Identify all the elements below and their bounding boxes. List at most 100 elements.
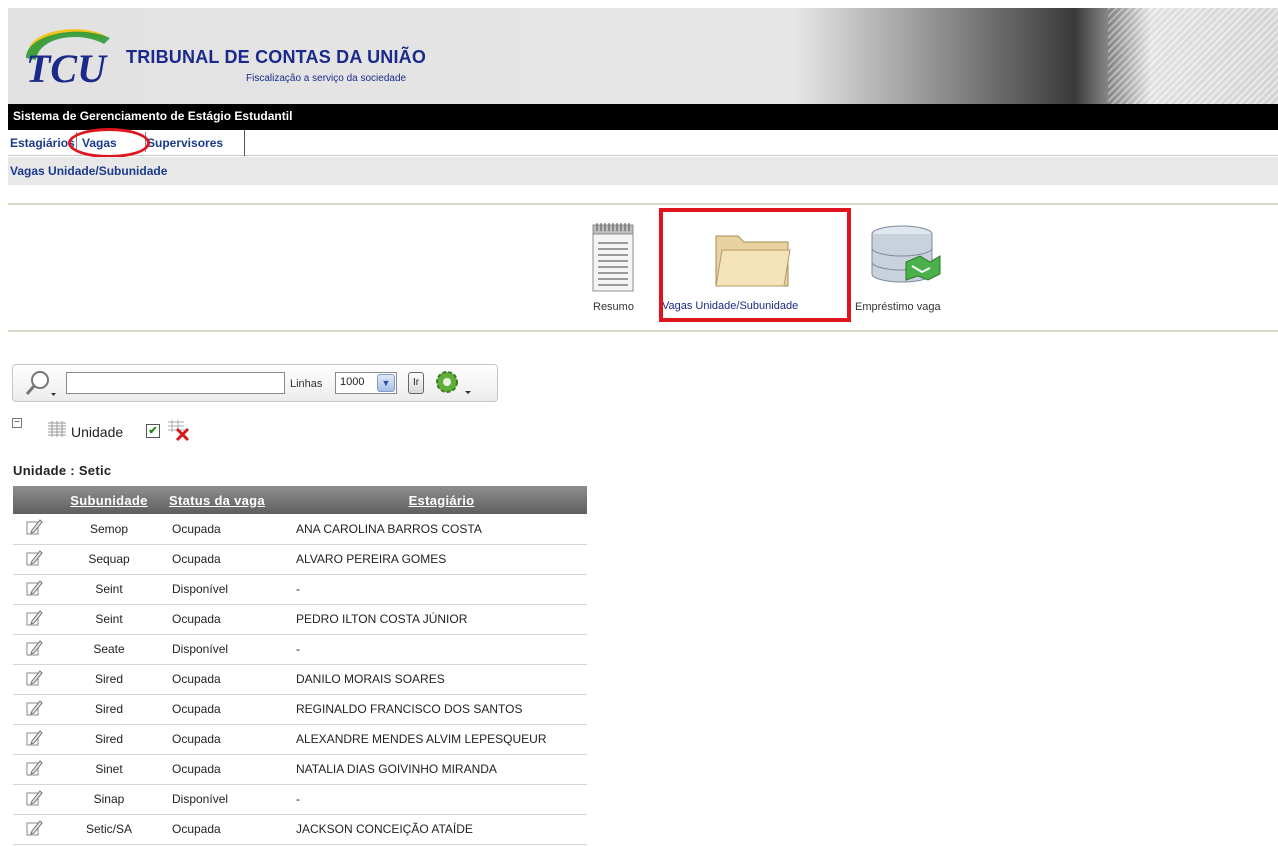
database-handshake-icon <box>871 225 941 283</box>
breadcrumb-link[interactable]: Vagas Unidade/Subunidade <box>10 164 167 178</box>
breadcrumb: Vagas Unidade/Subunidade <box>8 157 1278 185</box>
edit-row-button[interactable] <box>13 724 55 755</box>
table-row: Sired Ocupada ALEXANDRE MENDES ALVIM LEPES… <box>13 724 587 755</box>
cell-estagiario: JACKSON CONCEIÇÃO ATAÍDE <box>282 814 587 845</box>
cell-estagiario: ANA CAROLINA BARROS COSTA <box>282 514 587 545</box>
divider <box>8 203 1278 205</box>
table-row: Seate Disponível - <box>13 634 587 665</box>
pencil-icon <box>25 699 43 720</box>
pencil-icon <box>25 609 43 630</box>
table-row: Semop Ocupada ANA CAROLINA BARROS COSTA <box>13 514 587 545</box>
vacancies-table: Subunidade Status da vaga Estagiário Sem… <box>13 486 587 845</box>
pencil-icon <box>25 819 43 840</box>
tab-supervisores[interactable]: Supervisores <box>147 136 223 150</box>
table-row: Seint Disponível - <box>13 574 587 605</box>
table-row: Sinap Disponível - <box>13 784 587 815</box>
edit-row-button[interactable] <box>13 814 55 845</box>
gear-icon[interactable] <box>431 369 477 402</box>
system-title-bar: Sistema de Gerenciamento de Estágio Estu… <box>8 104 1278 130</box>
cell-subunidade: Sequap <box>55 544 163 575</box>
edit-row-button[interactable] <box>13 574 55 605</box>
break-enable-checkbox[interactable]: ✔ <box>146 424 160 438</box>
cell-subunidade: Semop <box>55 514 163 545</box>
tab-estagiarios[interactable]: Estagiários <box>10 136 75 150</box>
cell-subunidade: Sired <box>55 694 163 725</box>
cell-status: Ocupada <box>163 694 282 725</box>
tcu-logo: TCU <box>26 29 110 91</box>
header-estagiario[interactable]: Estagiário <box>282 486 587 514</box>
system-title: Sistema de Gerenciamento de Estágio Estu… <box>13 109 293 123</box>
break-column-label: Unidade <box>71 424 124 440</box>
edit-row-button[interactable] <box>13 544 55 575</box>
menu-item-resumo[interactable] <box>589 219 637 293</box>
table-row: Sired Ocupada REGINALDO FRANCISCO DOS SANT… <box>13 694 587 725</box>
table-row: Seint Ocupada PEDRO ILTON COSTA JÚNIOR <box>13 604 587 635</box>
table-body: Semop Ocupada ANA CAROLINA BARROS COSTA Seq… <box>13 514 587 845</box>
cell-status: Ocupada <box>163 604 282 635</box>
rows-select[interactable]: 1000 ▼ <box>335 372 397 394</box>
collapse-toggle[interactable]: − <box>12 418 22 428</box>
cell-subunidade: Sired <box>55 724 163 755</box>
cell-status: Ocupada <box>163 814 282 845</box>
divider <box>8 330 1278 332</box>
cell-status: Ocupada <box>163 754 282 785</box>
logo-text: TCU <box>26 46 108 91</box>
notepad-icon <box>592 223 634 292</box>
highlight-rectangle <box>659 208 851 322</box>
menu-item-emprestimo[interactable] <box>866 224 946 290</box>
cell-estagiario: ALVARO PEREIRA GOMES <box>282 544 587 575</box>
header-status[interactable]: Status da vaga <box>163 486 282 514</box>
pencil-icon <box>25 519 43 539</box>
cell-estagiario: REGINALDO FRANCISCO DOS SANTOS <box>282 694 587 725</box>
edit-row-button[interactable] <box>13 634 55 665</box>
pencil-icon <box>25 549 43 570</box>
main-tabs: Estagiários Vagas Supervisores <box>8 130 1278 156</box>
pencil-icon <box>25 759 43 780</box>
chevron-down-icon: ▼ <box>377 374 395 392</box>
header-edit <box>13 486 55 514</box>
rows-select-value: 1000 <box>340 376 365 388</box>
cell-estagiario: - <box>282 784 587 815</box>
cell-subunidade: Sired <box>55 664 163 695</box>
cell-status: Ocupada <box>163 514 282 545</box>
table-row: Sired Ocupada DANILO MORAIS SOARES <box>13 664 587 695</box>
group-title: Unidade : Setic <box>13 463 112 478</box>
cell-status: Ocupada <box>163 724 282 755</box>
highlight-ellipse <box>68 128 150 158</box>
table-row: Sinet Ocupada NATALIA DIAS GOIVINHO MIRAND… <box>13 754 587 785</box>
header-banner: TCU TRIBUNAL DE CONTAS DA UNIÃO Fiscaliz… <box>8 8 1278 104</box>
cell-subunidade: Setic/SA <box>55 814 163 845</box>
edit-row-button[interactable] <box>13 784 55 815</box>
cell-status: Ocupada <box>163 664 282 695</box>
cell-subunidade: Seint <box>55 574 163 605</box>
cell-estagiario: ALEXANDRE MENDES ALVIM LEPESQUEUR <box>282 724 587 755</box>
cell-status: Disponível <box>163 574 282 605</box>
org-subtitle: Fiscalização a serviço da sociedade <box>246 73 407 84</box>
cell-subunidade: Sinap <box>55 784 163 815</box>
pencil-icon <box>25 639 43 660</box>
menu-label-resumo[interactable]: Resumo <box>593 301 634 313</box>
pencil-icon <box>25 669 43 690</box>
org-title: TRIBUNAL DE CONTAS DA UNIÃO <box>126 47 427 67</box>
menu-label-emprestimo[interactable]: Empréstimo vaga <box>855 301 941 313</box>
edit-row-button[interactable] <box>13 664 55 695</box>
cell-status: Disponível <box>163 634 282 665</box>
report-toolbar: Linhas 1000 ▼ Ir <box>12 364 498 402</box>
cell-estagiario: - <box>282 634 587 665</box>
header-subunidade[interactable]: Subunidade <box>55 486 163 514</box>
cell-status: Ocupada <box>163 544 282 575</box>
cell-estagiario: - <box>282 574 587 605</box>
go-button[interactable]: Ir <box>408 372 424 394</box>
cell-estagiario: NATALIA DIAS GOIVINHO MIRANDA <box>282 754 587 785</box>
edit-row-button[interactable] <box>13 694 55 725</box>
cell-subunidade: Seint <box>55 604 163 635</box>
cell-estagiario: DANILO MORAIS SOARES <box>282 664 587 695</box>
edit-row-button[interactable] <box>13 514 55 545</box>
cell-subunidade: Seate <box>55 634 163 665</box>
search-options-icon[interactable] <box>23 369 59 402</box>
remove-break-icon[interactable] <box>166 418 192 445</box>
pencil-icon <box>25 729 43 750</box>
search-input[interactable] <box>66 372 285 394</box>
edit-row-button[interactable] <box>13 754 55 785</box>
edit-row-button[interactable] <box>13 604 55 635</box>
